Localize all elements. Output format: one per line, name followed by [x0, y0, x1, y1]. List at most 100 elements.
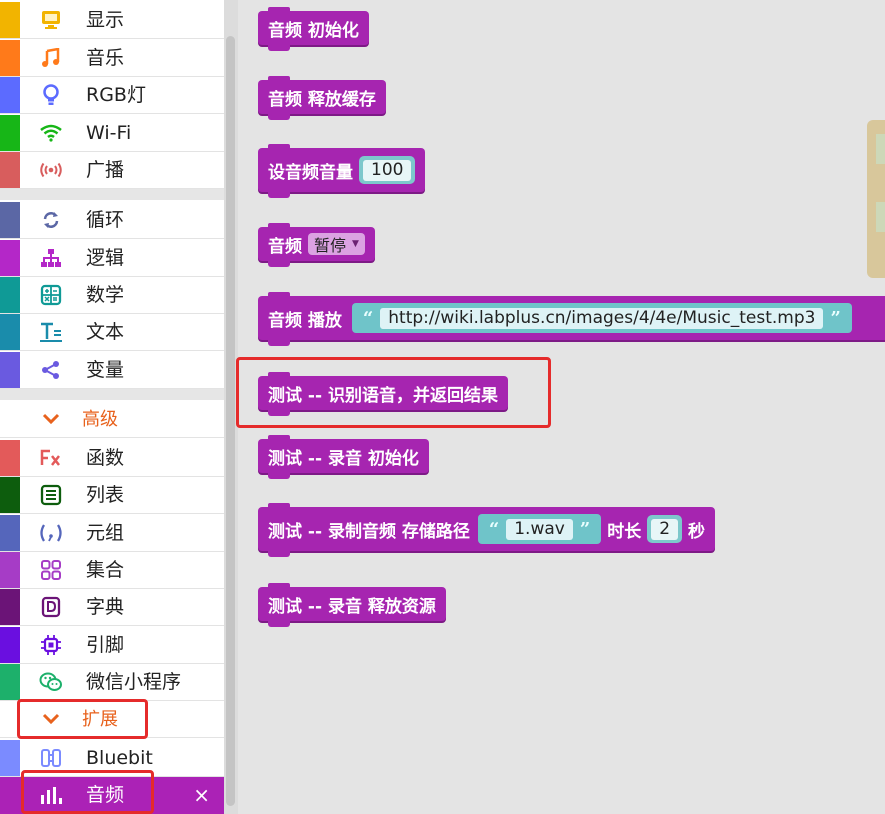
chevron-down-icon — [38, 407, 64, 431]
dictionary-icon — [38, 595, 64, 619]
category-dictionary[interactable]: 字典 — [0, 589, 224, 626]
wifi-icon — [38, 121, 64, 145]
category-divider — [0, 189, 224, 200]
block-text: 音频 播放 — [268, 310, 342, 331]
block-text: 测试 -- 录音 初始化 — [268, 448, 419, 469]
category-label: 微信小程序 — [86, 671, 182, 693]
block-audio-pause[interactable]: 音频 暂停 ▼ — [258, 223, 375, 267]
block-record-init[interactable]: 测试 -- 录音 初始化 — [258, 435, 429, 479]
block-text: 音频 释放缓存 — [268, 89, 376, 110]
category-wechat-mini-program[interactable]: 微信小程序 — [0, 664, 224, 701]
category-tuple[interactable]: 元组 — [0, 515, 224, 552]
category-sidebar: 显示 音乐 RGB灯 Wi-Fi 广播 循环 逻辑 数学 文本 变量 高级 函数… — [0, 0, 224, 814]
volume-number-slot[interactable]: 100 — [359, 156, 416, 184]
category-list[interactable]: 列表 — [0, 477, 224, 514]
block-set-audio-volume[interactable]: 设音频音量 100 — [258, 144, 426, 198]
category-function[interactable]: 函数 — [0, 440, 224, 477]
dropdown-arrow-icon: ▼ — [352, 239, 359, 249]
block-text: 音频 初始化 — [268, 20, 359, 41]
duration-value[interactable]: 2 — [651, 518, 679, 540]
category-music[interactable]: 音乐 — [0, 40, 224, 77]
music-note-icon — [38, 46, 64, 70]
file-path-string-slot[interactable]: “ 1.wav ” — [477, 514, 602, 544]
list-icon — [38, 483, 64, 507]
category-color-bar — [0, 740, 20, 776]
category-color-bar — [0, 277, 20, 313]
block-text: 设音频音量 — [268, 162, 353, 183]
category-label: 音乐 — [86, 47, 125, 69]
offscreen-block-fragment[interactable] — [867, 120, 885, 278]
category-variable[interactable]: 变量 — [0, 352, 224, 389]
volume-value[interactable]: 100 — [363, 159, 412, 181]
app-root: 显示 音乐 RGB灯 Wi-Fi 广播 循环 逻辑 数学 文本 变量 高级 函数… — [0, 0, 885, 814]
tuple-icon — [38, 521, 64, 545]
category-label: 文本 — [86, 321, 125, 343]
category-broadcast[interactable]: 广播 — [0, 152, 224, 189]
block-record-release[interactable]: 测试 -- 录音 释放资源 — [258, 583, 446, 627]
bluebit-icon — [38, 746, 64, 770]
category-set[interactable]: 集合 — [0, 552, 224, 589]
file-path-value[interactable]: 1.wav — [506, 518, 573, 540]
category-color-bar — [0, 152, 20, 188]
category-color-bar — [0, 352, 20, 388]
category-divider — [0, 389, 224, 400]
category-color-bar — [0, 202, 20, 238]
broadcast-icon — [38, 158, 64, 182]
category-pin[interactable]: 引脚 — [0, 627, 224, 664]
url-string-slot[interactable]: “ http://wiki.labplus.cn/images/4/4e/Mus… — [351, 303, 852, 333]
close-icon[interactable]: × — [193, 777, 210, 814]
highlight-box-recognize — [236, 357, 551, 428]
display-icon — [38, 8, 64, 32]
category-color-bar — [0, 314, 20, 350]
category-color-bar — [0, 477, 20, 513]
calculator-icon — [38, 283, 64, 307]
category-text[interactable]: 文本 — [0, 314, 224, 351]
sidebar-scrollbar-thumb[interactable] — [226, 36, 235, 806]
audio-action-dropdown[interactable]: 暂停 ▼ — [308, 233, 365, 255]
category-color-bar — [0, 627, 20, 663]
category-wifi[interactable]: Wi-Fi — [0, 115, 224, 152]
set-icon — [38, 558, 64, 582]
category-color-bar — [0, 2, 20, 38]
play-url-value[interactable]: http://wiki.labplus.cn/images/4/4e/Music… — [380, 307, 824, 329]
category-label: 字典 — [86, 596, 125, 618]
category-display[interactable]: 显示 — [0, 2, 224, 39]
category-math[interactable]: 数学 — [0, 277, 224, 314]
block-record-audio[interactable]: 测试 -- 录制音频 存储路径 “ 1.wav ” 时长 2 秒 — [258, 503, 716, 557]
duration-number-slot[interactable]: 2 — [647, 515, 683, 543]
block-text: 测试 -- 录音 释放资源 — [268, 596, 436, 617]
quote-open-icon: “ — [488, 518, 500, 540]
quote-close-icon: ” — [579, 518, 591, 540]
block-audio-play[interactable]: 音频 播放 “ http://wiki.labplus.cn/images/4/… — [258, 292, 885, 346]
category-loop[interactable]: 循环 — [0, 202, 224, 239]
highlight-box-audio — [21, 770, 154, 814]
category-label: Wi-Fi — [86, 122, 132, 144]
category-rgb-light[interactable]: RGB灯 — [0, 77, 224, 114]
category-advanced-toggle[interactable]: 高级 — [0, 401, 224, 438]
loop-icon — [38, 208, 64, 232]
duration-label: 时长 — [607, 521, 642, 542]
category-logic[interactable]: 逻辑 — [0, 240, 224, 277]
category-label: 引脚 — [86, 634, 125, 656]
block-audio-init[interactable]: 音频 初始化 — [258, 7, 369, 51]
category-label: RGB灯 — [86, 84, 146, 106]
seconds-label: 秒 — [688, 521, 706, 542]
lightbulb-icon — [38, 83, 64, 107]
quote-close-icon: ” — [830, 307, 841, 329]
wechat-icon — [38, 670, 64, 694]
text-icon — [38, 320, 64, 344]
category-color-bar — [0, 77, 20, 113]
block-text: 测试 -- 录制音频 存储路径 — [268, 521, 470, 542]
offscreen-block-segment — [876, 134, 885, 164]
quote-open-icon: “ — [362, 307, 374, 329]
category-label: 显示 — [86, 9, 125, 31]
offscreen-block-segment — [876, 202, 885, 232]
block-text: 音频 — [268, 236, 302, 257]
category-label: 循环 — [86, 209, 125, 231]
category-color-bar — [0, 552, 20, 588]
category-label: 元组 — [86, 522, 125, 544]
function-icon — [38, 446, 64, 470]
category-label: 高级 — [82, 409, 118, 430]
block-audio-release-cache[interactable]: 音频 释放缓存 — [258, 76, 386, 120]
category-color-bar — [0, 440, 20, 476]
